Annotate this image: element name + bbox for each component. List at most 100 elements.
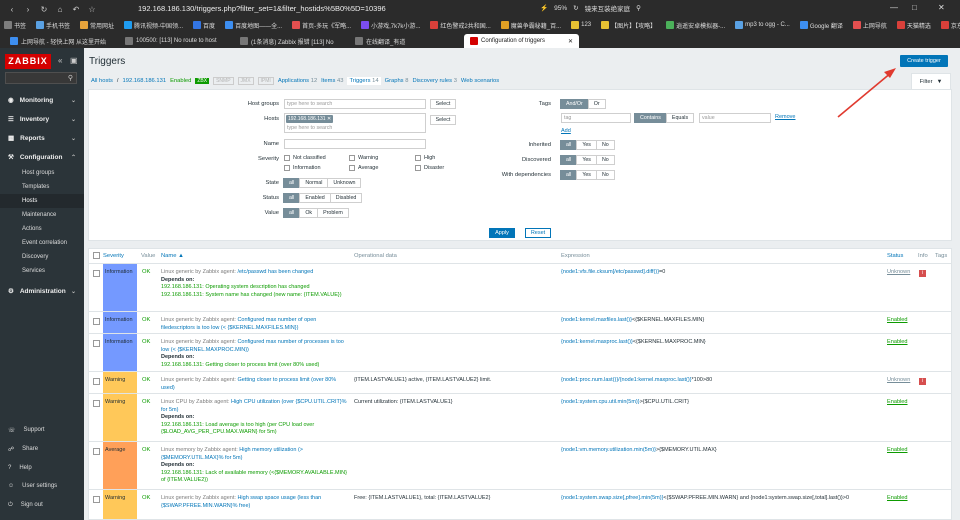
applications-link[interactable]: Applications 12 bbox=[278, 78, 317, 84]
host-groups-select-button[interactable]: Select bbox=[430, 99, 456, 109]
expression-key[interactable]: {node1:vfs.file.cksum[/etc/passwd].diff(… bbox=[561, 269, 659, 275]
status-toggle[interactable]: Unknown bbox=[887, 269, 910, 275]
bookmark-item[interactable]: 123 bbox=[571, 21, 591, 29]
browser-tab[interactable]: 100500: [113] No route to host bbox=[119, 34, 234, 48]
search-hint[interactable]: 镜来互装绝家庭 bbox=[585, 3, 631, 13]
nav-inventory[interactable]: ☰ Inventory ⌄ bbox=[0, 110, 84, 128]
close-icon[interactable]: ✕ bbox=[327, 116, 331, 122]
checkbox[interactable] bbox=[349, 155, 355, 161]
status-enabled[interactable]: Enabled bbox=[299, 193, 331, 203]
sidebar-item-templates[interactable]: Templates bbox=[0, 180, 84, 194]
template-link[interactable]: Linux generic by Zabbix agent: bbox=[161, 339, 236, 345]
bookmark-item[interactable]: mp3 to ogg - C... bbox=[735, 21, 790, 29]
status-toggle[interactable]: Enabled bbox=[887, 339, 908, 345]
reset-button[interactable]: Reset bbox=[525, 228, 551, 238]
dependency-link[interactable]: 192.168.186.131: Lack of available memor… bbox=[161, 470, 347, 484]
severity-information[interactable]: Information bbox=[284, 165, 321, 171]
undo-icon[interactable]: ↶ bbox=[70, 3, 82, 15]
template-link[interactable]: Linux generic by Zabbix agent: bbox=[161, 495, 236, 501]
severity-high[interactable]: High bbox=[415, 155, 435, 161]
web-scenarios-link[interactable]: Web scenarios bbox=[461, 78, 499, 84]
browser-tab[interactable]: 上网导航 - 轻快上网 从这里开始 bbox=[4, 34, 119, 48]
status-toggle[interactable]: Enabled bbox=[887, 399, 908, 405]
dependency-link[interactable]: 192.168.186.131: Load average is too hig… bbox=[161, 422, 314, 436]
bookmark-item[interactable]: 【图片】【攻略】 bbox=[601, 21, 656, 30]
discovery-rules-link[interactable]: Discovery rules 3 bbox=[412, 78, 456, 84]
bookmark-item[interactable]: 小游戏,7k7k小游... bbox=[361, 21, 420, 30]
value-ok[interactable]: Ok bbox=[299, 208, 319, 218]
state-unknown[interactable]: Unknown bbox=[327, 178, 362, 188]
reload-icon[interactable]: ↻ bbox=[38, 3, 50, 15]
row-checkbox[interactable] bbox=[93, 400, 100, 407]
expression-key[interactable]: {node1:system.cpu.util.min(5m)} bbox=[561, 399, 640, 405]
tag-input[interactable]: tag bbox=[561, 113, 631, 123]
deps-no[interactable]: No bbox=[595, 170, 615, 180]
bookmark-item[interactable]: 手机书签 bbox=[36, 21, 70, 30]
tag-value-input[interactable]: value bbox=[699, 113, 771, 123]
info-icon[interactable]: i bbox=[919, 270, 926, 277]
state-all[interactable]: all bbox=[283, 178, 301, 188]
bookmark-star-icon[interactable]: ☆ bbox=[86, 3, 98, 15]
hosts-input[interactable]: 192.168.186.131 ✕ type here to search bbox=[284, 113, 426, 133]
refresh-icon[interactable]: ↻ bbox=[573, 4, 578, 12]
template-link[interactable]: Linux memory by Zabbix agent: bbox=[161, 447, 238, 453]
status-disabled[interactable]: Disabled bbox=[329, 193, 363, 203]
bookmark-item[interactable]: 腾讯视频-中国领... bbox=[124, 21, 183, 30]
browser-tab[interactable]: 在线翻译_有道 bbox=[349, 34, 464, 48]
tags-or[interactable]: Or bbox=[587, 99, 606, 109]
col-severity[interactable]: Severity bbox=[103, 249, 124, 263]
tag-op-equals[interactable]: Equals bbox=[665, 113, 695, 123]
inherited-no[interactable]: No bbox=[595, 140, 615, 150]
bookmark-item[interactable]: Google 翻译 bbox=[799, 21, 843, 30]
browser-tab[interactable]: Configuration of triggers ✕ bbox=[464, 34, 579, 48]
trigger-link[interactable]: /etc/passwd has been changed bbox=[237, 269, 313, 275]
expression-key[interactable]: {node1:vm.memory.utilization.min(5m)} bbox=[561, 447, 656, 453]
checkbox[interactable] bbox=[349, 165, 355, 171]
search-icon[interactable]: ⚲ bbox=[68, 74, 73, 82]
bookmark-item[interactable]: 百度 bbox=[193, 21, 215, 30]
status-toggle[interactable]: Enabled bbox=[887, 447, 908, 453]
bookmark-item[interactable]: 逍遥安卓模拟器-... bbox=[666, 21, 725, 30]
expression-key[interactable]: {node1:system.swap.size[,pfree].min(5m)} bbox=[561, 495, 663, 501]
tag-op-contains[interactable]: Contains bbox=[634, 113, 667, 123]
template-link[interactable]: Linux generic by Zabbix agent: bbox=[161, 317, 236, 323]
sidebar-item-maintenance[interactable]: Maintenance bbox=[0, 208, 84, 222]
create-trigger-button[interactable]: Create trigger bbox=[900, 55, 948, 67]
zabbix-logo[interactable]: ZABBIX bbox=[5, 54, 51, 69]
severity-not-classified[interactable]: Not classified bbox=[284, 155, 326, 161]
nav-reports[interactable]: ▩ Reports ⌄ bbox=[0, 129, 84, 147]
name-input[interactable] bbox=[284, 139, 426, 149]
row-checkbox[interactable] bbox=[93, 448, 100, 455]
bookmark-item[interactable]: 首页-多玩《军略... bbox=[292, 21, 351, 30]
host-groups-input[interactable]: type here to search bbox=[284, 99, 426, 109]
host-chip[interactable]: 192.168.186.131 ✕ bbox=[286, 115, 334, 123]
bookmark-item[interactable]: 百度地图——全... bbox=[225, 21, 282, 30]
sidebar-item-host-groups[interactable]: Host groups bbox=[0, 166, 84, 180]
close-window-icon[interactable]: ✕ bbox=[938, 3, 945, 12]
search-icon[interactable]: ⚲ bbox=[636, 4, 641, 12]
nav-configuration[interactable]: ⚒ Configuration ⌃ bbox=[0, 148, 84, 166]
info-icon[interactable]: i bbox=[919, 378, 926, 385]
tag-add-link[interactable]: Add bbox=[561, 128, 571, 134]
sidebar-item-actions[interactable]: Actions bbox=[0, 222, 84, 236]
support-link[interactable]: ☏ Support bbox=[0, 422, 84, 438]
dependency-link[interactable]: 192.168.186.131: Operating system descri… bbox=[161, 284, 310, 290]
user-settings-link[interactable]: ☺ User settings bbox=[0, 478, 84, 494]
host-link[interactable]: 192.168.186.131 bbox=[123, 78, 167, 84]
template-link[interactable]: Linux CPU by Zabbix agent: bbox=[161, 399, 229, 405]
lightning-icon[interactable]: ⚡ bbox=[540, 4, 548, 12]
minimize-icon[interactable]: — bbox=[890, 3, 898, 12]
bookmark-item[interactable]: 上网导航 bbox=[852, 21, 887, 30]
col-status[interactable]: Status bbox=[887, 249, 903, 263]
severity-warning[interactable]: Warning bbox=[349, 155, 378, 161]
zoom-level[interactable]: 95% bbox=[554, 5, 567, 12]
template-link[interactable]: Linux generic by Zabbix agent: bbox=[161, 377, 236, 383]
help-link[interactable]: ? Help bbox=[0, 460, 84, 476]
sidebar-search-input[interactable]: ⚲ bbox=[5, 72, 77, 84]
tags-and-or[interactable]: And/Or bbox=[560, 99, 589, 109]
all-hosts-link[interactable]: All hosts bbox=[91, 78, 113, 84]
sidebar-item-discovery[interactable]: Discovery bbox=[0, 250, 84, 264]
severity-average[interactable]: Average bbox=[349, 165, 378, 171]
col-name[interactable]: Name ▲ bbox=[161, 249, 184, 263]
sidebar-item-hosts[interactable]: Hosts bbox=[0, 194, 84, 208]
